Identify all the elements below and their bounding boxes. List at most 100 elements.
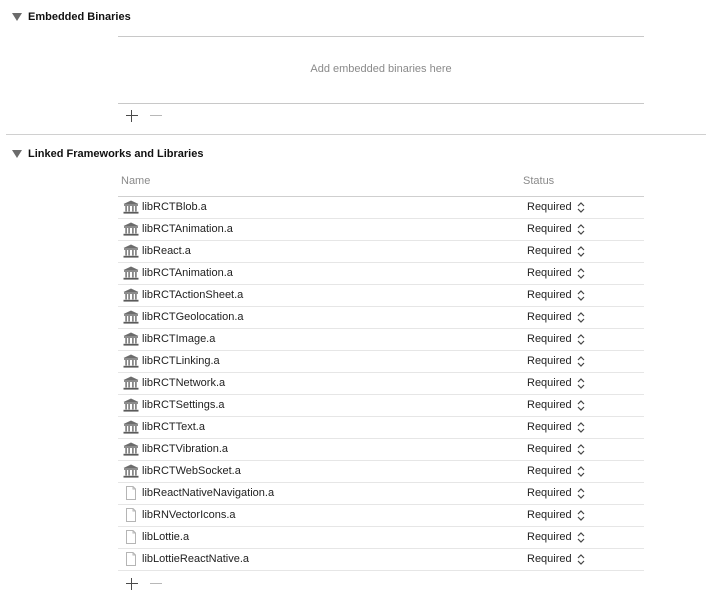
table-row[interactable]: libReactNativeNavigation.a Required xyxy=(118,483,644,505)
status-popup[interactable]: Required xyxy=(527,399,572,411)
status-popup[interactable]: Required xyxy=(527,443,572,455)
library-name: libRCTText.a xyxy=(142,421,205,433)
library-icon xyxy=(123,420,139,434)
status-popup[interactable]: Required xyxy=(527,289,572,301)
up-down-chevron-icon[interactable] xyxy=(577,245,585,258)
file-icon xyxy=(123,552,139,566)
file-icon xyxy=(123,530,139,544)
embedded-binaries-title: Embedded Binaries xyxy=(28,11,131,23)
status-popup[interactable]: Required xyxy=(527,421,572,433)
table-row[interactable]: libRCTAnimation.a Required xyxy=(118,263,644,285)
linked-frameworks-table: Name Status libRCTBlob.a Required libRCTAn… xyxy=(118,172,644,571)
up-down-chevron-icon[interactable] xyxy=(577,333,585,346)
status-popup[interactable]: Required xyxy=(527,311,572,323)
status-popup[interactable]: Required xyxy=(527,553,572,565)
library-icon xyxy=(123,288,139,302)
up-down-chevron-icon[interactable] xyxy=(577,443,585,456)
table-row[interactable]: libRCTGeolocation.a Required xyxy=(118,307,644,329)
status-popup[interactable]: Required xyxy=(527,245,572,257)
library-name: libRCTWebSocket.a xyxy=(142,465,241,477)
library-icon xyxy=(123,332,139,346)
disclosure-triangle-icon[interactable] xyxy=(12,13,22,21)
library-name: libRCTVibration.a xyxy=(142,443,229,455)
table-header: Name Status xyxy=(118,172,644,197)
status-popup[interactable]: Required xyxy=(527,377,572,389)
library-name: libLottieReactNative.a xyxy=(142,553,250,565)
status-popup[interactable]: Required xyxy=(527,509,572,521)
linked-add-remove-controls xyxy=(125,577,173,591)
library-icon xyxy=(123,266,139,280)
table-row[interactable]: libRCTAnimation.a Required xyxy=(118,219,644,241)
library-name: libReact.a xyxy=(142,245,191,257)
table-row[interactable]: libRCTWebSocket.a Required xyxy=(118,461,644,483)
embedded-add-button[interactable] xyxy=(125,109,139,123)
library-icon xyxy=(123,310,139,324)
library-name: libRCTSettings.a xyxy=(142,399,225,411)
library-name: libRCTBlob.a xyxy=(142,201,207,213)
library-icon xyxy=(123,376,139,390)
status-popup[interactable]: Required xyxy=(527,355,572,367)
library-name: libRCTImage.a xyxy=(142,333,216,345)
library-icon xyxy=(123,354,139,368)
table-row[interactable]: libLottieReactNative.a Required xyxy=(118,549,644,571)
library-name: libRCTNetwork.a xyxy=(142,377,226,389)
library-icon xyxy=(123,200,139,214)
up-down-chevron-icon[interactable] xyxy=(577,509,585,522)
table-row[interactable]: libRCTVibration.a Required xyxy=(118,439,644,461)
table-row[interactable]: libRNVectorIcons.a Required xyxy=(118,505,644,527)
disclosure-triangle-icon[interactable] xyxy=(12,150,22,158)
file-icon xyxy=(123,486,139,500)
up-down-chevron-icon[interactable] xyxy=(577,399,585,412)
status-popup[interactable]: Required xyxy=(527,201,572,213)
embedded-empty-message: Add embedded binaries here xyxy=(310,63,452,75)
status-popup[interactable]: Required xyxy=(527,333,572,345)
embedded-binaries-header[interactable]: Embedded Binaries xyxy=(12,9,131,25)
library-name: libReactNativeNavigation.a xyxy=(142,487,275,499)
library-name: libRCTAnimation.a xyxy=(142,223,233,235)
table-row[interactable]: libRCTLinking.a Required xyxy=(118,351,644,373)
linked-remove-button[interactable] xyxy=(149,577,163,591)
embedded-bottom-divider xyxy=(118,103,644,104)
table-row[interactable]: libRCTNetwork.a Required xyxy=(118,373,644,395)
up-down-chevron-icon[interactable] xyxy=(577,487,585,500)
column-header-status[interactable]: Status xyxy=(523,175,554,187)
table-row[interactable]: libRCTActionSheet.a Required xyxy=(118,285,644,307)
linked-frameworks-title: Linked Frameworks and Libraries xyxy=(28,148,204,160)
table-row[interactable]: libRCTSettings.a Required xyxy=(118,395,644,417)
up-down-chevron-icon[interactable] xyxy=(577,201,585,214)
file-icon xyxy=(123,508,139,522)
library-name: libRCTLinking.a xyxy=(142,355,220,367)
up-down-chevron-icon[interactable] xyxy=(577,223,585,236)
up-down-chevron-icon[interactable] xyxy=(577,289,585,302)
table-row[interactable]: libRCTText.a Required xyxy=(118,417,644,439)
embedded-top-divider xyxy=(118,36,644,37)
linked-frameworks-header[interactable]: Linked Frameworks and Libraries xyxy=(12,146,203,162)
embedded-remove-button[interactable] xyxy=(149,109,163,123)
up-down-chevron-icon[interactable] xyxy=(577,355,585,368)
up-down-chevron-icon[interactable] xyxy=(577,531,585,544)
table-row[interactable]: libRCTBlob.a Required xyxy=(118,197,644,219)
table-row[interactable]: libReact.a Required xyxy=(118,241,644,263)
library-icon xyxy=(123,464,139,478)
up-down-chevron-icon[interactable] xyxy=(577,267,585,280)
library-name: libRCTActionSheet.a xyxy=(142,289,244,301)
table-row[interactable]: libLottie.a Required xyxy=(118,527,644,549)
table-row[interactable]: libRCTImage.a Required xyxy=(118,329,644,351)
status-popup[interactable]: Required xyxy=(527,531,572,543)
up-down-chevron-icon[interactable] xyxy=(577,377,585,390)
linked-add-button[interactable] xyxy=(125,577,139,591)
up-down-chevron-icon[interactable] xyxy=(577,421,585,434)
status-popup[interactable]: Required xyxy=(527,267,572,279)
status-popup[interactable]: Required xyxy=(527,487,572,499)
status-popup[interactable]: Required xyxy=(527,223,572,235)
library-icon xyxy=(123,398,139,412)
embedded-add-remove-controls xyxy=(125,109,173,123)
column-header-name[interactable]: Name xyxy=(121,175,150,187)
status-popup[interactable]: Required xyxy=(527,465,572,477)
up-down-chevron-icon[interactable] xyxy=(577,311,585,324)
up-down-chevron-icon[interactable] xyxy=(577,465,585,478)
up-down-chevron-icon[interactable] xyxy=(577,553,585,566)
library-icon xyxy=(123,244,139,258)
section-divider xyxy=(6,134,706,135)
library-icon xyxy=(123,222,139,236)
